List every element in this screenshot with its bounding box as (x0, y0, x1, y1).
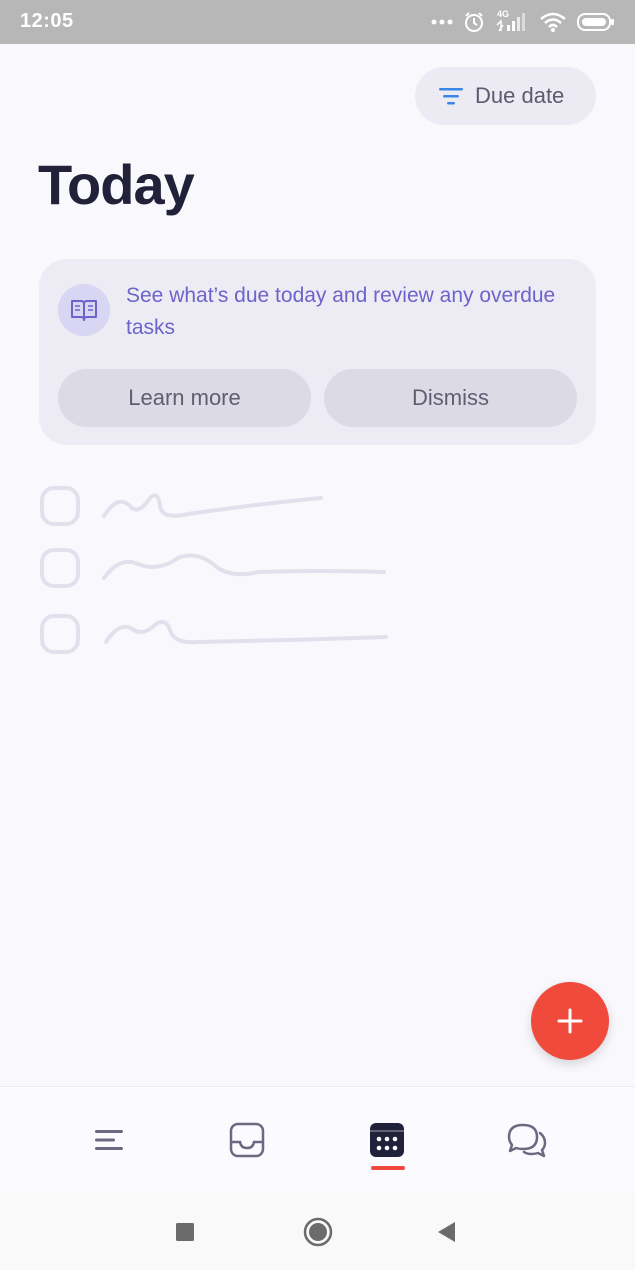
plus-icon (557, 1008, 583, 1034)
today-screen: 12:05 4G Due date Today See what’s due t… (0, 0, 635, 1270)
status-bar: 12:05 4G (0, 0, 635, 44)
info-card: See what’s due today and review any over… (39, 259, 596, 445)
nav-browse[interactable] (39, 1087, 179, 1193)
wifi-icon (540, 12, 566, 32)
status-time: 12:05 (20, 10, 74, 32)
placeholder-checkbox-1 (40, 486, 80, 526)
nav-active-indicator (371, 1166, 405, 1170)
learn-more-button[interactable]: Learn more (58, 369, 311, 427)
signal-icon (496, 13, 525, 32)
nav-inbox[interactable] (177, 1087, 317, 1193)
chat-icon (507, 1123, 547, 1158)
inbox-icon (229, 1122, 265, 1158)
battery-icon (577, 13, 614, 31)
placeholder-line-2 (102, 553, 386, 580)
due-date-filter-button[interactable]: Due date (415, 67, 596, 125)
page-title: Today (38, 153, 195, 216)
empty-task-placeholder-illustration (40, 486, 388, 654)
placeholder-checkbox-2 (40, 548, 80, 588)
back-triangle-icon (438, 1222, 455, 1242)
add-task-button[interactable] (531, 982, 609, 1060)
home-circle-icon (303, 1217, 333, 1247)
alarm-icon (465, 12, 483, 32)
bottom-navigation (0, 1086, 635, 1193)
info-text: See what’s due today and review any over… (126, 284, 556, 339)
filter-lines-icon (439, 88, 463, 105)
calendar-icon (370, 1123, 404, 1157)
placeholder-line-1 (102, 493, 323, 518)
nav-today[interactable] (317, 1087, 457, 1193)
dismiss-button[interactable]: Dismiss (324, 369, 577, 427)
signal-indicator: 4G (495, 9, 529, 33)
placeholder-line-3 (104, 620, 388, 645)
nav-chat[interactable] (457, 1087, 597, 1193)
book-icon (71, 300, 97, 321)
placeholder-checkbox-3 (40, 614, 80, 654)
back-button[interactable] (427, 1212, 467, 1252)
recents-square-icon (176, 1223, 194, 1241)
home-button[interactable] (298, 1212, 338, 1252)
recents-button[interactable] (165, 1212, 205, 1252)
system-navigation-bar (0, 1192, 635, 1270)
info-icon-badge (58, 284, 110, 336)
more-dots-icon (431, 19, 453, 25)
filter-label: Due date (475, 83, 565, 108)
menu-icon (95, 1130, 123, 1150)
status-icons: 4G (431, 9, 615, 35)
